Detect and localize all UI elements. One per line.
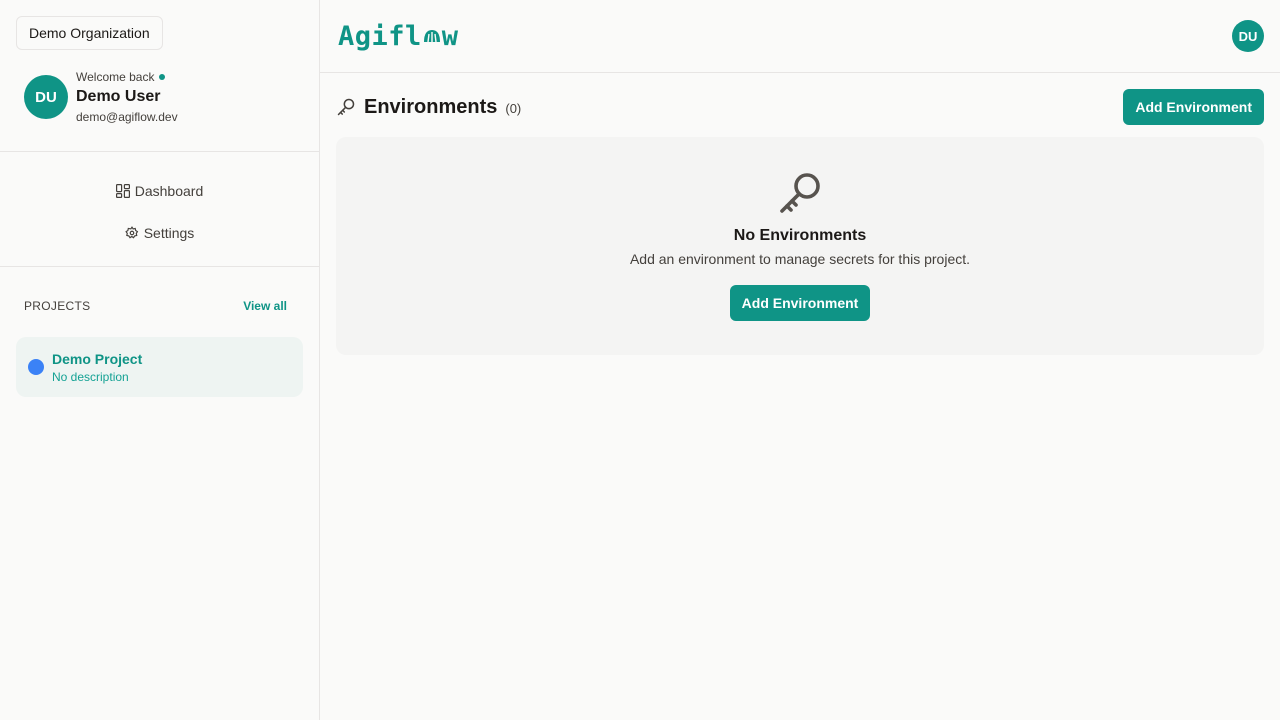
gear-icon bbox=[125, 226, 138, 239]
environments-section: Environments (0) Add Environment No Envi… bbox=[320, 73, 1280, 355]
key-icon bbox=[337, 98, 355, 116]
user-name: Demo User bbox=[76, 88, 161, 105]
project-text: Demo Project No description bbox=[52, 351, 142, 384]
user-menu-avatar[interactable]: DU bbox=[1232, 20, 1264, 52]
sidebar-item-settings[interactable]: Settings bbox=[125, 222, 195, 244]
app-root: Demo Organization DU Welcome back Demo U… bbox=[0, 0, 1280, 720]
sidebar: Demo Organization DU Welcome back Demo U… bbox=[0, 0, 320, 720]
project-name: Demo Project bbox=[52, 350, 143, 367]
org-area: Demo Organization DU Welcome back Demo U… bbox=[0, 0, 319, 152]
sidebar-item-dashboard[interactable]: Dashboard bbox=[115, 180, 204, 202]
projects-title: PROJECTS bbox=[24, 299, 91, 313]
welcome-row: Welcome back bbox=[76, 70, 178, 84]
user-email: demo@agiflow.dev bbox=[76, 110, 178, 124]
key-icon bbox=[780, 173, 820, 213]
empty-add-environment-button[interactable]: Add Environment bbox=[729, 285, 871, 321]
sidebar-item-dashboard-label: Dashboard bbox=[134, 183, 204, 199]
user-avatar: DU bbox=[24, 75, 68, 119]
online-status-dot bbox=[159, 74, 166, 80]
user-block: DU Welcome back Demo User demo@agiflow.d… bbox=[16, 70, 303, 124]
user-info: Welcome back Demo User demo@agiflow.dev bbox=[76, 70, 178, 124]
sidebar-item-settings-label: Settings bbox=[143, 225, 195, 241]
page-title: Environments bbox=[364, 95, 498, 118]
main-area: Agifl w DU Environments (0) Add Environm… bbox=[320, 0, 1280, 720]
add-environment-button[interactable]: Add Environment bbox=[1123, 89, 1264, 125]
empty-state-title: No Environments bbox=[733, 227, 867, 244]
welcome-text: Welcome back bbox=[76, 70, 155, 84]
topbar: Agifl w DU bbox=[320, 0, 1280, 73]
projects-header: PROJECTS View all bbox=[16, 299, 303, 313]
project-color-dot bbox=[28, 359, 44, 375]
logo-text-left: Agifl bbox=[338, 20, 422, 52]
environments-title-wrap: Environments (0) bbox=[336, 96, 521, 119]
empty-state-subtitle: Add an environment to manage secrets for… bbox=[629, 251, 971, 267]
organization-switcher[interactable]: Demo Organization bbox=[16, 16, 163, 50]
environments-count: (0) bbox=[505, 101, 522, 116]
logo-text-right: w bbox=[441, 20, 459, 52]
agiflow-logo[interactable]: Agifl w bbox=[338, 21, 459, 52]
environments-header: Environments (0) Add Environment bbox=[336, 89, 1264, 125]
projects-area: PROJECTS View all Demo Project No descri… bbox=[0, 267, 319, 397]
project-item[interactable]: Demo Project No description bbox=[16, 337, 303, 397]
dashboard-icon bbox=[115, 184, 130, 198]
empty-state: No Environments Add an environment to ma… bbox=[336, 137, 1264, 355]
logo-shell-icon bbox=[423, 30, 440, 43]
view-all-projects-link[interactable]: View all bbox=[243, 299, 287, 313]
project-description: No description bbox=[52, 369, 129, 384]
sidebar-nav: Dashboard Settings bbox=[0, 152, 319, 267]
